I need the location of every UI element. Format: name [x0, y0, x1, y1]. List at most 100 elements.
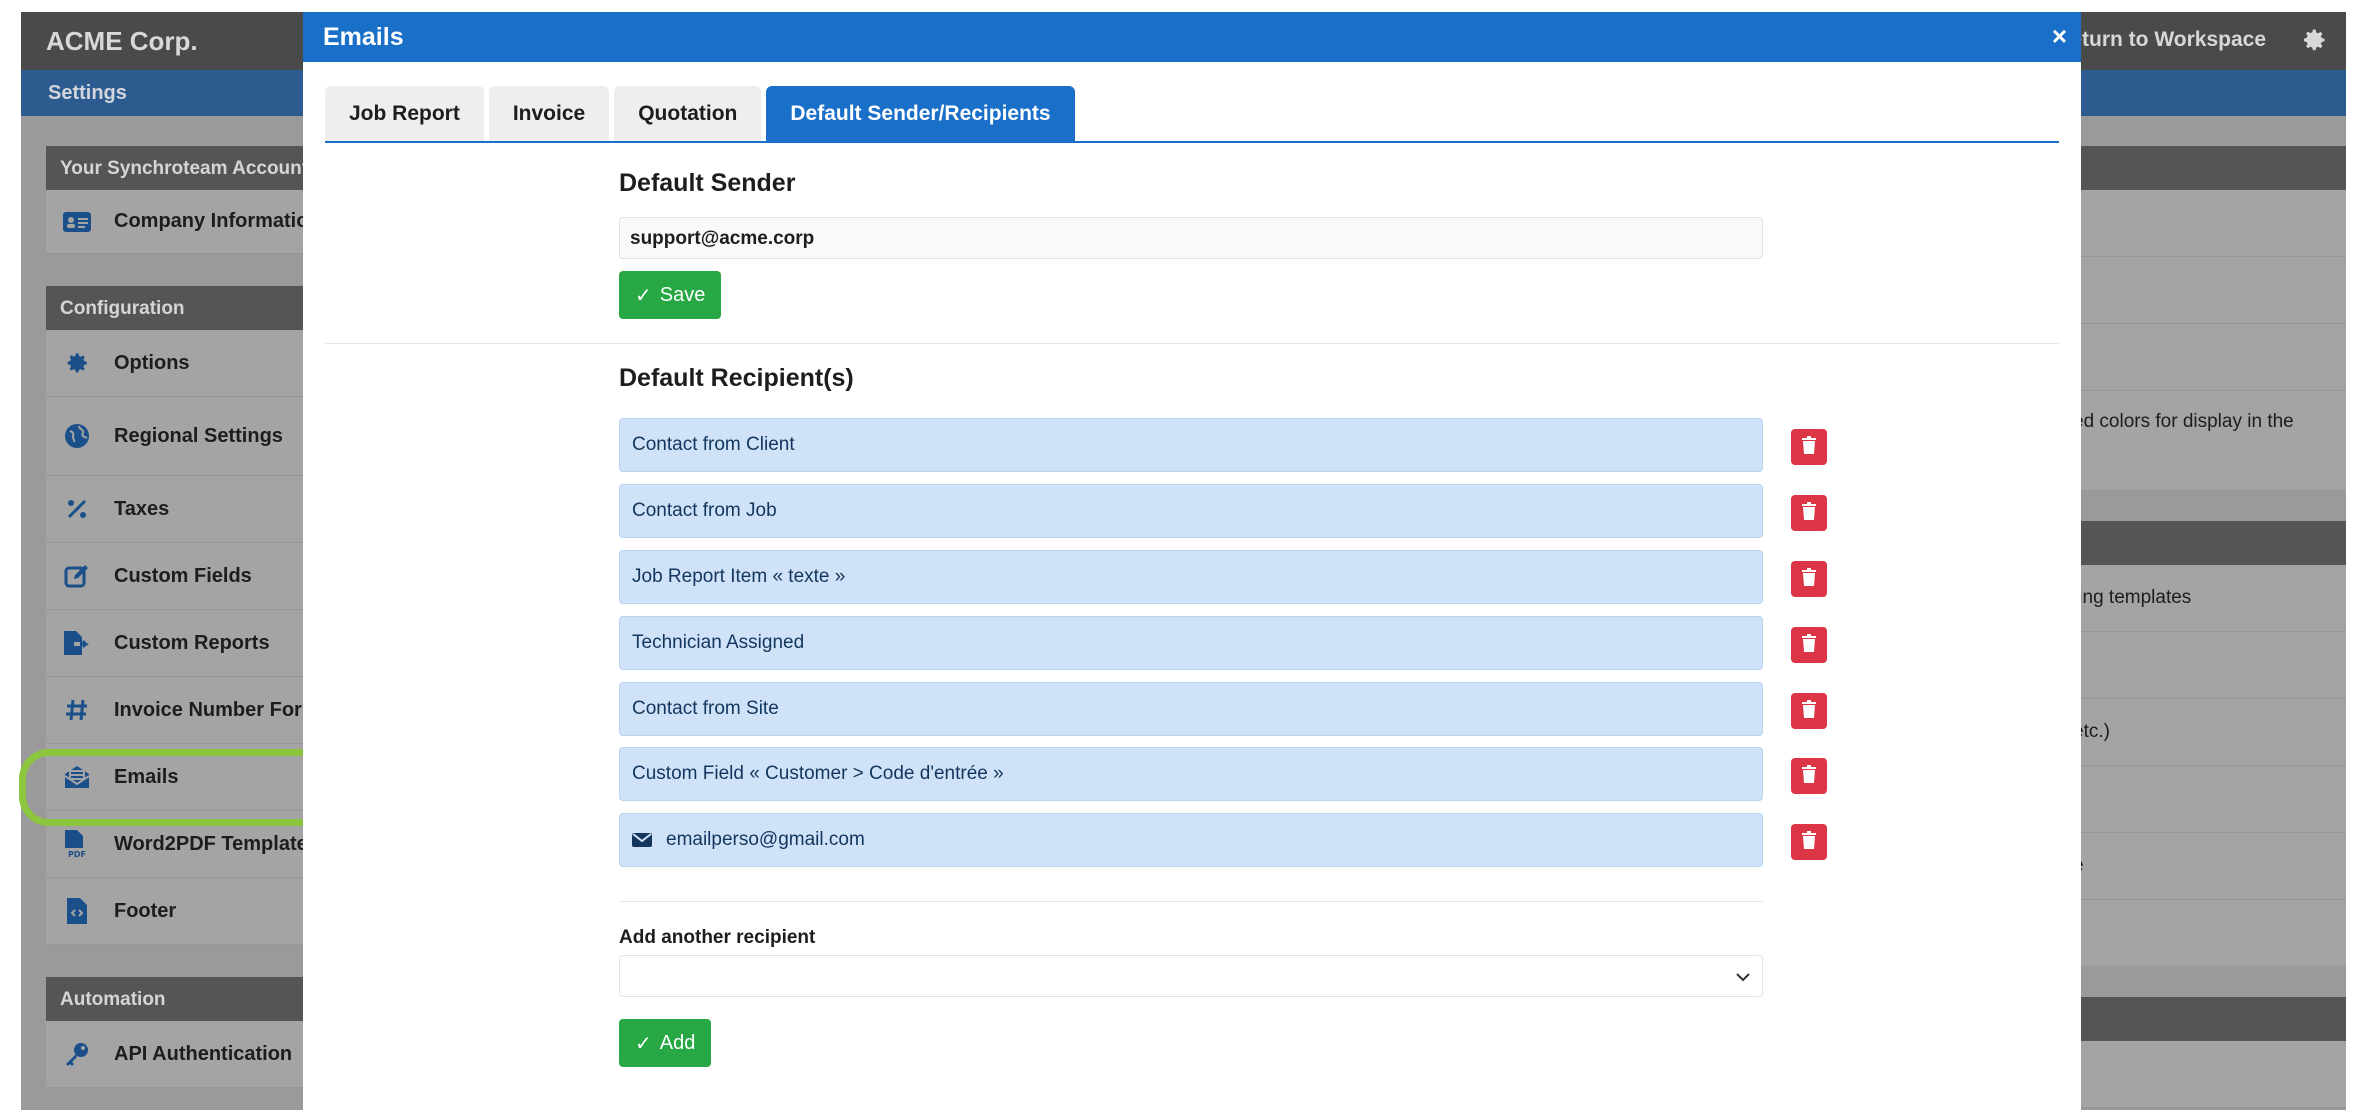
modal-title: Emails: [323, 23, 404, 51]
sidebar-item-taxes[interactable]: Taxes: [46, 476, 346, 543]
right-panel-bottom: [2073, 997, 2346, 1108]
right-row: e: [2073, 833, 2346, 900]
right-row: [2073, 1041, 2346, 1108]
recipient-item: Custom Field « Customer > Code d'entrée …: [619, 747, 1763, 801]
check-icon: ✓: [635, 1032, 652, 1055]
svg-text:PDF: PDF: [68, 850, 86, 859]
tab-quotation[interactable]: Quotation: [614, 86, 762, 141]
right-row: [2073, 324, 2346, 391]
sidebar-item-invoice-number-format[interactable]: Invoice Number Format: [46, 677, 346, 744]
recipient-item-email: emailperso@gmail.com: [619, 813, 1763, 867]
sidebar-item-regional-settings[interactable]: Regional Settings: [46, 397, 346, 476]
default-sender-input[interactable]: support@acme.corp: [619, 217, 1763, 259]
recipient-item: Job Report Item « texte »: [619, 550, 1763, 604]
sidebar-item-label: Taxes: [114, 497, 170, 520]
trash-icon: [1801, 830, 1817, 854]
gear-icon[interactable]: [2300, 26, 2328, 54]
sidebar-item-label: Regional Settings: [114, 424, 283, 447]
right-panel-head: [2073, 997, 2346, 1041]
file-export-icon: [62, 628, 92, 658]
configuration-panel-title: Configuration: [46, 286, 346, 330]
delete-recipient-button[interactable]: [1791, 758, 1827, 794]
sidebar-item-label: Custom Reports: [114, 631, 270, 654]
sidebar-item-label: Options: [114, 351, 190, 374]
right-panel-head: [2073, 521, 2346, 565]
default-sender-title: Default Sender: [619, 169, 796, 197]
return-to-workspace-link[interactable]: Return to Workspace: [2055, 28, 2266, 52]
recipient-label: Contact from Job: [632, 500, 777, 521]
add-button-label: Add: [659, 1031, 696, 1054]
close-icon[interactable]: ×: [2052, 22, 2067, 50]
account-panel: Your Synchroteam Account Company Informa…: [46, 146, 346, 254]
right-row: [2073, 632, 2346, 699]
save-button[interactable]: ✓ Save: [619, 271, 722, 319]
delete-recipient-button[interactable]: [1791, 429, 1827, 465]
edit-icon: [62, 561, 92, 591]
sidebar-item-label: Company Information: [114, 210, 321, 232]
recipient-item: Technician Assigned: [619, 616, 1763, 670]
recipient-label: Custom Field « Customer > Code d'entrée …: [632, 763, 1004, 784]
settings-label: Settings: [48, 82, 127, 104]
right-row: [2073, 900, 2346, 967]
section-divider: [325, 343, 2059, 344]
right-panel-head: [2073, 146, 2346, 190]
delete-recipient-button[interactable]: [1791, 693, 1827, 729]
tab-invoice[interactable]: Invoice: [488, 86, 610, 141]
hashtag-icon: [62, 695, 92, 725]
recipient-label: emailperso@gmail.com: [666, 829, 865, 850]
modal-header: Emails ×: [303, 12, 2081, 62]
delete-recipient-button[interactable]: [1791, 561, 1827, 597]
brand-name: ACME Corp.: [46, 26, 198, 56]
recipient-label: Technician Assigned: [632, 632, 805, 653]
recipient-item: Contact from Site: [619, 682, 1763, 736]
sidebar-item-footer[interactable]: Footer: [46, 878, 346, 945]
delete-recipient-button[interactable]: [1791, 824, 1827, 860]
tab-default-sender-recipients[interactable]: Default Sender/Recipients: [766, 86, 1075, 141]
sidebar-item-options[interactable]: Options: [46, 330, 346, 397]
modal-tabs: Job Report Invoice Quotation Default Sen…: [325, 86, 2059, 143]
trash-icon: [1801, 699, 1817, 723]
recipients-divider: [619, 901, 1763, 902]
key-icon: [62, 1039, 92, 1069]
emails-modal: Emails × Job Report Invoice Quotation De…: [303, 12, 2081, 1114]
default-recipients-title: Default Recipient(s): [619, 364, 854, 392]
delete-recipient-button[interactable]: [1791, 627, 1827, 663]
sidebar-item-label: Word2PDF Templates: [114, 832, 319, 855]
recipient-item: Contact from Job: [619, 484, 1763, 538]
save-button-label: Save: [659, 283, 706, 306]
sidebar-item-api-authentication[interactable]: API Authentication: [46, 1021, 346, 1088]
right-row: etc.): [2073, 699, 2346, 766]
tab-job-report[interactable]: Job Report: [325, 86, 484, 141]
id-card-icon: [62, 207, 92, 237]
file-code-icon: [62, 896, 92, 926]
right-row: ed colors for display in the: [2073, 391, 2346, 491]
emails-highlight-outline: [19, 749, 335, 826]
sidebar-item-custom-reports[interactable]: Custom Reports: [46, 610, 346, 677]
delete-recipient-button[interactable]: [1791, 495, 1827, 531]
percent-icon: [62, 494, 92, 524]
globe-icon: [62, 421, 92, 451]
sidebar-item-custom-fields[interactable]: Custom Fields: [46, 543, 346, 610]
right-panel-top: ed colors for display in the: [2073, 146, 2346, 491]
right-row: [2073, 257, 2346, 324]
trash-icon: [1801, 501, 1817, 525]
add-button[interactable]: ✓ Add: [619, 1019, 712, 1067]
automation-panel-title: Automation: [46, 977, 346, 1021]
right-row: ting templates: [2073, 565, 2346, 632]
gear-icon: [62, 348, 92, 378]
recipient-label: Contact from Site: [632, 698, 779, 719]
settings-sidebar: Your Synchroteam Account Company Informa…: [46, 146, 346, 1110]
right-panel-middle: ting templates etc.) e: [2073, 521, 2346, 967]
add-recipient-label: Add another recipient: [619, 927, 816, 948]
automation-panel: Automation API Authentication: [46, 977, 346, 1088]
screen: ACME Corp. Return to Workspace Settings …: [0, 0, 2368, 1114]
trash-icon: [1801, 633, 1817, 657]
trash-icon: [1801, 764, 1817, 788]
pdf-file-icon: PDF: [62, 829, 92, 859]
trash-icon: [1801, 567, 1817, 591]
sidebar-item-label: API Authentication: [114, 1042, 293, 1065]
sidebar-item-company-information[interactable]: Company Information: [46, 190, 346, 254]
check-icon: ✓: [635, 284, 652, 307]
add-recipient-select[interactable]: [619, 955, 1763, 997]
account-panel-title: Your Synchroteam Account: [46, 146, 346, 190]
